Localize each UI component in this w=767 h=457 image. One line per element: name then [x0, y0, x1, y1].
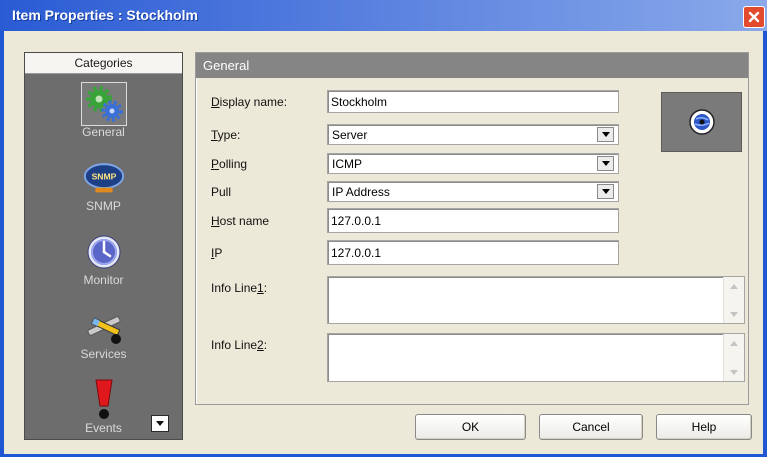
info-line1-scrollbar[interactable]	[723, 277, 744, 323]
sidebar-item-monitor[interactable]: Monitor	[25, 230, 182, 304]
chevron-down-icon	[730, 369, 738, 375]
chevron-down-icon	[601, 161, 610, 166]
pull-select-value: IP Address	[332, 184, 390, 199]
snmp-badge-icon: SNMP	[83, 163, 124, 193]
close-button[interactable]	[743, 6, 765, 28]
mnemonic-underline: H	[211, 213, 220, 228]
scroll-down-button[interactable]	[726, 307, 742, 321]
info-line2-field-wrapper	[327, 333, 745, 382]
sidebar-scroll-down-button[interactable]	[151, 415, 169, 432]
title-bar[interactable]: Item Properties : Stockholm	[0, 0, 767, 31]
scroll-down-button[interactable]	[726, 365, 742, 379]
pull-select[interactable]: IP Address	[327, 181, 619, 202]
info-line2-row: Info Line2:	[211, 333, 745, 382]
type-label: Type:	[211, 127, 241, 142]
sidebar-item-icon-box	[81, 230, 127, 274]
scroll-up-button[interactable]	[726, 336, 742, 350]
item-preview-box	[661, 92, 742, 152]
sidebar-item-general[interactable]: General	[25, 82, 182, 156]
info-line1-label: Info Line1:	[211, 281, 268, 295]
chevron-up-icon	[730, 283, 738, 289]
sidebar-item-icon-box	[81, 378, 127, 422]
mnemonic-underline: T	[211, 127, 218, 142]
info-line1-field-wrapper	[327, 276, 745, 324]
close-icon	[748, 11, 760, 23]
polling-row: Polling ICMP	[211, 153, 619, 174]
polling-select[interactable]: ICMP	[327, 153, 619, 174]
ip-row: IP	[211, 240, 619, 265]
mnemonic-underline: P	[211, 156, 220, 171]
sidebar-item-label: SNMP	[86, 199, 121, 213]
window-title: Item Properties : Stockholm	[12, 7, 198, 23]
sidebar-item-label: Services	[80, 347, 127, 361]
server-globe-icon	[688, 109, 715, 135]
type-dropdown-button[interactable]	[597, 127, 614, 142]
info-line2-field[interactable]	[327, 333, 745, 382]
polling-dropdown-button[interactable]	[597, 156, 614, 171]
sidebar-item-snmp[interactable]: SNMP SNMP	[25, 156, 182, 230]
polling-label: Polling	[211, 156, 248, 171]
sidebar-item-label: Monitor	[83, 273, 124, 287]
scroll-up-button[interactable]	[726, 279, 742, 293]
display-name-field[interactable]	[327, 90, 619, 113]
host-name-label: Host name	[211, 213, 270, 228]
services-tools-icon	[86, 316, 121, 344]
mnemonic-underline: D	[211, 94, 220, 109]
chevron-down-icon	[156, 421, 164, 426]
snmp-badge-text: SNMP	[91, 171, 116, 181]
categories-header: Categories	[25, 53, 182, 74]
display-name-label: Display name:	[211, 94, 288, 109]
type-select[interactable]: Server	[327, 124, 619, 145]
ip-field[interactable]	[327, 240, 619, 265]
mnemonic-underline: 2	[257, 338, 264, 352]
cancel-button[interactable]: Cancel	[539, 414, 643, 440]
chevron-up-icon	[730, 340, 738, 346]
categories-sidebar: Categories General SNMP SNMP Monitor Ser…	[24, 52, 183, 440]
sidebar-item-icon-box: SNMP	[81, 156, 127, 200]
sidebar-item-icon-box	[81, 304, 127, 348]
sidebar-item-label: General	[82, 125, 125, 139]
ok-button[interactable]: OK	[415, 414, 526, 440]
display-name-row: Display name:	[211, 90, 619, 113]
info-line1-row: Info Line1:	[211, 276, 745, 324]
type-row: Type: Server	[211, 124, 619, 145]
general-gears-icon	[85, 86, 123, 122]
help-button[interactable]: Help	[656, 414, 752, 440]
sidebar-item-services[interactable]: Services	[25, 304, 182, 378]
host-name-row: Host name	[211, 208, 619, 233]
pull-row: Pull IP Address	[211, 181, 619, 202]
chevron-down-icon	[601, 132, 610, 137]
general-panel: General Display name: Type: Server Polli…	[195, 52, 749, 405]
mnemonic-underline: 1	[257, 281, 264, 295]
chevron-down-icon	[730, 311, 738, 317]
events-exclamation-icon	[94, 379, 113, 419]
host-name-field[interactable]	[327, 208, 619, 233]
ip-label: IP	[211, 245, 223, 260]
monitor-clock-icon	[87, 235, 120, 269]
sidebar-item-icon-box	[80, 82, 127, 126]
type-select-value: Server	[332, 127, 368, 142]
info-line2-scrollbar[interactable]	[723, 334, 744, 381]
mnemonic-underline: I	[211, 245, 215, 260]
polling-select-value: ICMP	[332, 156, 362, 171]
pull-label: Pull	[211, 184, 232, 199]
chevron-down-icon	[601, 189, 610, 194]
info-line1-field[interactable]	[327, 276, 745, 324]
info-line2-label: Info Line2:	[211, 338, 268, 352]
panel-title: General	[196, 53, 748, 78]
pull-dropdown-button[interactable]	[597, 184, 614, 199]
